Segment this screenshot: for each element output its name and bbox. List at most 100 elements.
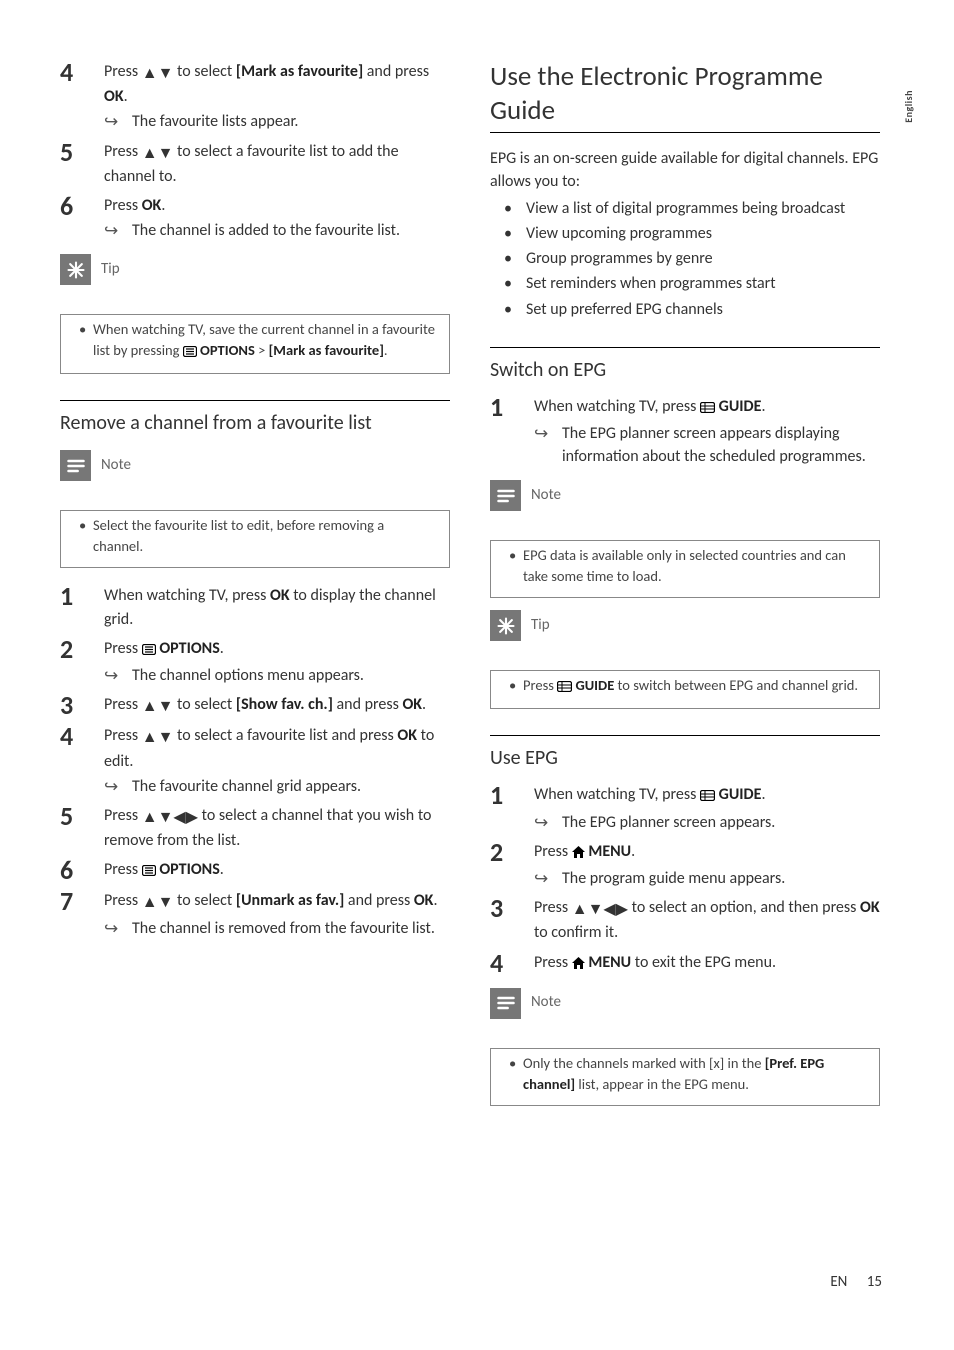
bold-text: MENU — [585, 953, 631, 972]
bold-text: GUIDE — [572, 676, 614, 694]
heading-use-epg: Use EPG — [490, 735, 880, 773]
step-6: 6 Press OK. The channel is added to the … — [60, 194, 450, 242]
text: . — [761, 397, 765, 416]
text: . — [220, 860, 224, 879]
footer-lang: EN — [830, 1273, 847, 1291]
text: Only the channels marked with [x] in the — [523, 1054, 765, 1072]
step-number: 3 — [490, 890, 503, 928]
nav-arrows-icon: ▲▼◀▶ — [142, 806, 198, 829]
text: and press — [333, 695, 403, 714]
heading-remove-favourite: Remove a channel from a favourite list — [60, 400, 450, 438]
tip-label: Tip — [101, 259, 120, 281]
tip-box: Tip When watching TV, save the current c… — [60, 270, 450, 374]
text: . — [384, 341, 388, 359]
note-item: Only the channels marked with [x] in the… — [509, 1053, 865, 1095]
text: Press — [104, 142, 142, 161]
bold-text: [Show fav. ch.] — [236, 695, 333, 714]
step-number: 4 — [60, 718, 73, 756]
footer-page: 15 — [867, 1273, 882, 1291]
text: . — [124, 87, 128, 106]
bold-text: GUIDE — [715, 397, 761, 416]
text: to select an option, and then press — [628, 898, 860, 917]
text: to select — [173, 62, 235, 81]
steps-add-favourite: 4 Press ▲▼ to select [Mark as favourite]… — [60, 60, 450, 242]
epg-features-list: View a list of digital programmes being … — [490, 197, 880, 321]
step-4: 4 Press ▲▼ to select [Mark as favourite]… — [60, 60, 450, 134]
text: When watching TV, press — [104, 586, 270, 605]
step-5: 5 Press ▲▼ to select a favourite list to… — [60, 140, 450, 188]
nav-arrows-icon: ▲▼◀▶ — [572, 898, 628, 921]
bold-text: OK — [414, 891, 434, 910]
text: . — [422, 695, 426, 714]
bold-text: [Unmark as fav.] — [236, 891, 344, 910]
step-result: The favourite lists appear. — [104, 110, 450, 133]
step-result: The channel is added to the favourite li… — [104, 219, 450, 242]
heading-epg: Use the Electronic Programme Guide — [490, 60, 880, 133]
note-icon — [60, 450, 91, 481]
step-result: The favourite channel grid appears. — [104, 775, 450, 798]
note-box: Note Select the favourite list to edit, … — [60, 466, 450, 568]
bold-text: OPTIONS — [197, 341, 255, 359]
step-result: The EPG planner screen appears. — [534, 811, 880, 834]
tip-label: Tip — [531, 615, 550, 637]
text: Press — [104, 860, 142, 879]
up-down-icon: ▲▼ — [142, 62, 174, 85]
intro-text: EPG is an on-screen guide available for … — [490, 147, 880, 193]
right-column: Use the Electronic Programme Guide EPG i… — [490, 60, 880, 1122]
step-4: 4 Press MENU to exit the EPG menu. — [490, 951, 880, 976]
text: > — [255, 341, 269, 359]
tip-item: When watching TV, save the current chann… — [79, 319, 435, 363]
text: to switch between EPG and channel grid. — [614, 676, 858, 694]
text: . — [433, 891, 437, 910]
text: Press — [523, 676, 557, 694]
note-icon — [490, 480, 521, 511]
up-down-icon: ▲▼ — [142, 142, 174, 165]
note-label: Note — [101, 455, 131, 477]
step-number: 6 — [60, 188, 73, 226]
step-2: 2 Press OPTIONS. The channel options men… — [60, 637, 450, 687]
note-icon — [490, 988, 521, 1019]
bold-text: OK — [397, 726, 417, 745]
bold-text: OK — [104, 87, 124, 106]
bold-text: OK — [402, 695, 422, 714]
home-icon — [572, 953, 585, 976]
step-3: 3 Press ▲▼◀▶ to select an option, and th… — [490, 896, 880, 944]
text: Press — [534, 842, 572, 861]
options-icon — [142, 860, 156, 883]
step-number: 1 — [60, 578, 73, 616]
text: Press — [104, 695, 142, 714]
step-number: 7 — [60, 883, 73, 921]
step-number: 1 — [490, 389, 503, 427]
steps-switch-on: 1 When watching TV, press GUIDE. The EPG… — [490, 395, 880, 469]
note-label: Note — [531, 485, 561, 507]
step-number: 5 — [60, 134, 73, 172]
step-result: The channel options menu appears. — [104, 664, 450, 687]
text: Press — [104, 62, 142, 81]
guide-icon — [557, 677, 572, 698]
bold-text: GUIDE — [715, 785, 761, 804]
bold-text: OPTIONS — [156, 860, 220, 879]
up-down-icon: ▲▼ — [142, 695, 174, 718]
list-item: Group programmes by genre — [490, 247, 880, 270]
options-icon — [142, 639, 156, 662]
text: . — [220, 639, 224, 658]
text: . — [161, 196, 165, 215]
text: Press — [104, 196, 142, 215]
step-number: 2 — [60, 631, 73, 669]
text: to select a favourite list and press — [173, 726, 397, 745]
bold-text: OK — [270, 586, 290, 605]
steps-use-epg: 1 When watching TV, press GUIDE. The EPG… — [490, 783, 880, 975]
text: . — [631, 842, 635, 861]
step-number: 4 — [60, 54, 73, 92]
step-result: The channel is removed from the favourit… — [104, 917, 450, 940]
step-6: 6 Press OPTIONS. — [60, 858, 450, 883]
text: to select — [173, 891, 235, 910]
text: to confirm it. — [534, 923, 618, 942]
language-tab: English — [902, 90, 917, 123]
text: Press — [534, 898, 572, 917]
guide-icon — [700, 785, 715, 808]
step-1: 1 When watching TV, press OK to display … — [60, 584, 450, 630]
text: Press — [104, 891, 142, 910]
text: and press — [363, 62, 429, 81]
bold-text: OK — [142, 196, 162, 215]
